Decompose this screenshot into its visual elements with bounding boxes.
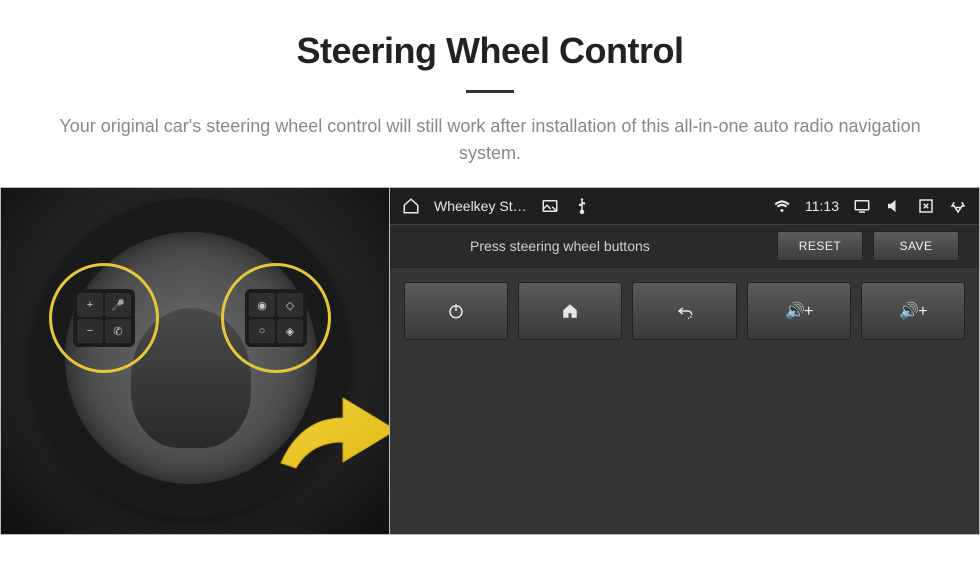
arrow-icon bbox=[271, 388, 390, 488]
wheel-btn-plus: + bbox=[77, 293, 103, 317]
wheel-control-highlight-right: ◉ ◇ ○ ◈ bbox=[221, 263, 331, 373]
wheel-btn-r4: ◈ bbox=[277, 319, 303, 343]
instruction-text: Press steering wheel buttons bbox=[410, 238, 767, 254]
key-vol-up-1[interactable]: 🔊+ bbox=[747, 282, 851, 340]
headunit-screen: Wheelkey St… 11:13 bbox=[390, 187, 980, 535]
wheel-control-highlight-left: + 🎤 − ✆ bbox=[49, 263, 159, 373]
close-window-icon[interactable] bbox=[917, 197, 935, 215]
wheel-btn-voice: 🎤 bbox=[105, 293, 131, 317]
vol-up-icon: 🔊+ bbox=[899, 301, 926, 321]
key-vol-up-2[interactable]: 🔊+ bbox=[861, 282, 965, 340]
vol-up-icon: 🔊+ bbox=[785, 301, 812, 321]
key-home[interactable] bbox=[518, 282, 622, 340]
wifi-icon bbox=[773, 197, 791, 215]
wheel-btn-r3: ○ bbox=[249, 319, 275, 343]
page-title: Steering Wheel Control bbox=[40, 30, 940, 72]
wheel-btn-r1: ◉ bbox=[249, 293, 275, 317]
power-icon bbox=[447, 302, 465, 320]
key-power[interactable] bbox=[404, 282, 508, 340]
page-subtitle: Your original car's steering wheel contr… bbox=[40, 113, 940, 167]
back-icon bbox=[676, 302, 694, 320]
mute-icon[interactable] bbox=[885, 197, 903, 215]
status-time: 11:13 bbox=[805, 198, 839, 214]
home-fill-icon bbox=[561, 302, 579, 320]
save-button[interactable]: SAVE bbox=[873, 231, 959, 261]
title-divider bbox=[466, 90, 514, 93]
instruction-bar: Press steering wheel buttons RESET SAVE bbox=[390, 224, 979, 268]
wheel-btn-phone: ✆ bbox=[105, 319, 131, 343]
wheel-btn-r2: ◇ bbox=[277, 293, 303, 317]
usb-icon bbox=[573, 197, 591, 215]
home-icon[interactable] bbox=[402, 197, 420, 215]
key-row: 🔊+ 🔊+ bbox=[390, 268, 979, 354]
steering-wheel-image: + 🎤 − ✆ ◉ ◇ ○ ◈ bbox=[0, 187, 390, 535]
wheel-btn-minus: − bbox=[77, 319, 103, 343]
reset-button[interactable]: RESET bbox=[777, 231, 863, 261]
image-icon bbox=[541, 197, 559, 215]
key-back[interactable] bbox=[632, 282, 736, 340]
app-title: Wheelkey St… bbox=[434, 198, 527, 214]
cast-icon[interactable] bbox=[853, 197, 871, 215]
recycle-icon[interactable] bbox=[949, 197, 967, 215]
status-bar: Wheelkey St… 11:13 bbox=[390, 188, 979, 224]
